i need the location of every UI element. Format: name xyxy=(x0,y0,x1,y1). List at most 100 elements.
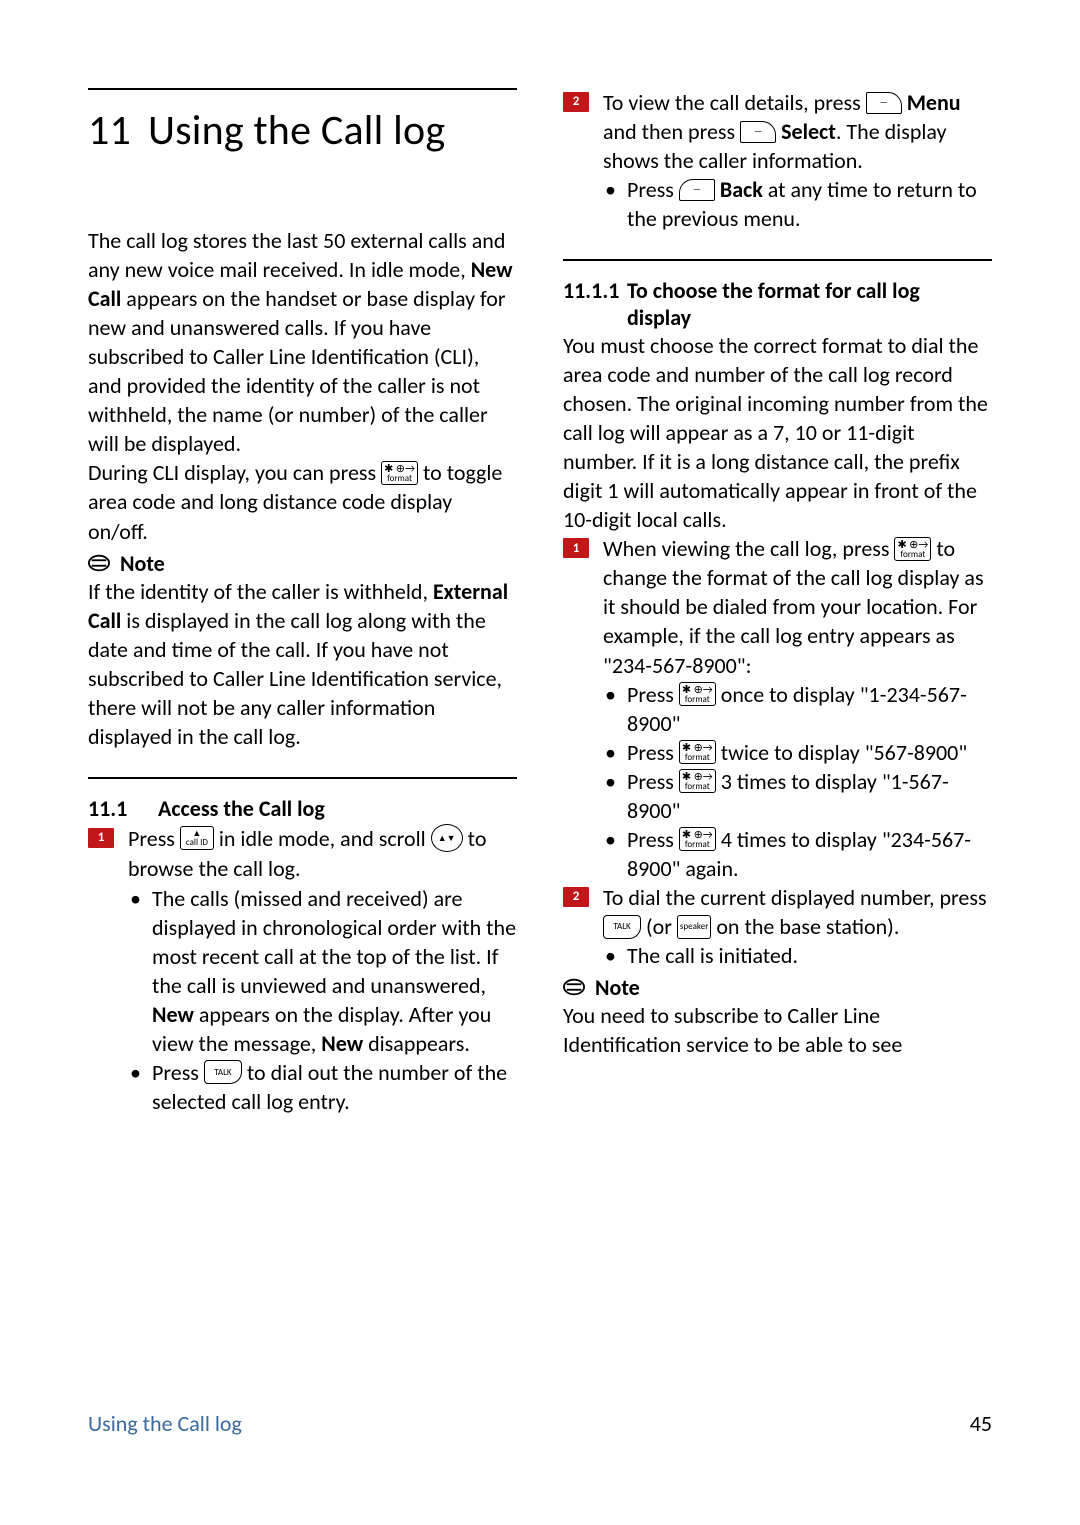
chapter-heading-text: Using the Call log xyxy=(148,105,445,156)
two-column-layout: 11Using the Call log The call log stores… xyxy=(88,88,992,1300)
intro-paragraph-2: During CLI display, you can press ✱ ⊕→fo… xyxy=(88,458,517,545)
key-label: TALK xyxy=(613,922,630,931)
right-softkey-icon: — xyxy=(679,179,715,201)
note-heading: Note xyxy=(88,550,517,577)
key-label: format xyxy=(900,550,925,559)
bold-text: Select xyxy=(781,118,836,145)
note-label: Note xyxy=(120,550,165,577)
talk-key-icon: TALK xyxy=(603,915,641,939)
bold-text: New xyxy=(321,1030,363,1057)
key-glyph: — xyxy=(880,98,888,107)
text: is displayed in the call log along with … xyxy=(88,607,502,750)
text: at any time to return to the previous me… xyxy=(627,176,977,232)
text: The calls (missed and received) are disp… xyxy=(152,885,516,999)
chapter-number: 11 xyxy=(88,108,148,154)
callid-key-icon: ▲call ID xyxy=(180,826,214,850)
step-1-bullets: The calls (missed and received) are disp… xyxy=(128,884,517,1116)
speaker-key-icon: speaker xyxy=(677,915,711,939)
text: (or xyxy=(641,913,677,940)
text: If the identity of the caller is withhel… xyxy=(88,578,433,605)
text: The call log stores the last 50 external… xyxy=(88,227,505,283)
section-rule xyxy=(88,777,517,779)
text: disappears. xyxy=(363,1030,470,1057)
text: twice to display "567-8900" xyxy=(716,739,967,766)
section-11-1-1-heading: 11.1.1To choose the format for call log … xyxy=(563,277,992,331)
footer-page-number: 45 xyxy=(970,1410,992,1437)
section-11-1-heading: 11.1 Access the Call log xyxy=(88,795,517,822)
text: You need to subscribe to Caller Line Ide… xyxy=(563,1001,992,1059)
list-item: Press ✱ ⊕→format 3 times to display "1-5… xyxy=(603,767,992,825)
step-1b: 1 When viewing the call log, press ✱ ⊕→f… xyxy=(563,534,992,882)
note-2-body: You need to subscribe to Caller Line Ide… xyxy=(563,1001,992,1059)
bold-text: New xyxy=(152,1001,194,1028)
text: To view the call details, press xyxy=(603,89,866,116)
text: in idle mode, and scroll xyxy=(214,825,431,852)
footer-section-title: Using the Call log xyxy=(88,1410,242,1437)
format-key-icon: ✱ ⊕→format xyxy=(679,682,716,706)
dial-result: The call is initiated. xyxy=(603,941,992,970)
key-glyph: — xyxy=(693,185,701,194)
subsection-number: 11.1.1 xyxy=(563,277,627,304)
key-label: format xyxy=(685,840,710,849)
text: Press xyxy=(627,768,679,795)
left-softkey-icon: — xyxy=(740,121,776,143)
note-heading-2: Note xyxy=(563,974,992,1001)
key-label: TALK xyxy=(214,1068,231,1077)
step-2-bullets: Press — Back at any time to return to th… xyxy=(603,175,992,233)
bold-text: Back xyxy=(720,176,763,203)
format-key-icon: ✱ ⊕→format xyxy=(894,537,931,561)
key-label: format xyxy=(685,695,710,704)
section-title-text: Access the Call log xyxy=(158,795,325,822)
bold-text: Menu xyxy=(907,89,961,116)
step-number-badge: 2 xyxy=(563,887,589,907)
page-footer: Using the Call log 45 xyxy=(88,1410,992,1437)
note-label: Note xyxy=(595,974,640,1001)
step-1: 1 Press ▲call ID in idle mode, and scrol… xyxy=(88,824,517,1116)
format-options: Press ✱ ⊕→format once to display "1-234-… xyxy=(603,680,992,883)
key-label: format xyxy=(685,753,710,762)
text: Press xyxy=(627,739,679,766)
key-label: format xyxy=(685,782,710,791)
text: on the base station). xyxy=(711,913,899,940)
document-page: 11Using the Call log The call log stores… xyxy=(0,0,1080,1525)
step-number-badge: 2 xyxy=(563,92,589,112)
text: Press xyxy=(627,826,679,853)
text: You must choose the correct format to di… xyxy=(563,331,992,534)
talk-key-icon: TALK xyxy=(204,1060,242,1084)
chapter-title: 11Using the Call log xyxy=(88,108,517,154)
step-2b: 2 To dial the current displayed number, … xyxy=(563,883,992,970)
step-number-badge: 1 xyxy=(563,538,589,558)
key-glyph: ▲▼ xyxy=(438,834,456,843)
left-softkey-icon: — xyxy=(866,92,902,114)
text: Press xyxy=(627,681,679,708)
key-label: call ID xyxy=(186,838,208,847)
note-icon xyxy=(88,552,110,574)
section-rule xyxy=(563,259,992,261)
step-number-badge: 1 xyxy=(88,828,114,848)
note-icon xyxy=(563,976,585,998)
list-item: Press — Back at any time to return to th… xyxy=(603,175,992,233)
list-item: The calls (missed and received) are disp… xyxy=(128,884,517,1058)
text: To dial the current displayed number, pr… xyxy=(603,884,987,911)
format-key-icon: ✱ ⊕→format xyxy=(381,461,418,485)
list-item: Press ✱ ⊕→format twice to display "567-8… xyxy=(603,738,992,767)
format-key-icon: ✱ ⊕→format xyxy=(679,740,716,764)
text: When viewing the call log, press xyxy=(603,535,894,562)
list-item: Press ✱ ⊕→format 4 times to display "234… xyxy=(603,825,992,883)
text: Press xyxy=(627,176,679,203)
list-item: Press ✱ ⊕→format once to display "1-234-… xyxy=(603,680,992,738)
key-label: speaker xyxy=(680,922,708,931)
subsection-intro: You must choose the correct format to di… xyxy=(563,331,992,534)
key-glyph: — xyxy=(754,127,762,136)
text: appears on the handset or base display f… xyxy=(88,285,506,457)
chapter-rule xyxy=(88,88,517,90)
format-key-icon: ✱ ⊕→format xyxy=(679,769,716,793)
list-item: Press TALK to dial out the number of the… xyxy=(128,1058,517,1116)
text: Press xyxy=(128,825,180,852)
step-2: 2 To view the call details, press — Menu… xyxy=(563,88,992,233)
list-item: The call is initiated. xyxy=(603,941,992,970)
text: During CLI display, you can press xyxy=(88,459,381,486)
intro-paragraph-1: The call log stores the last 50 external… xyxy=(88,226,517,458)
key-label: format xyxy=(387,474,412,483)
section-number: 11.1 xyxy=(88,795,140,822)
